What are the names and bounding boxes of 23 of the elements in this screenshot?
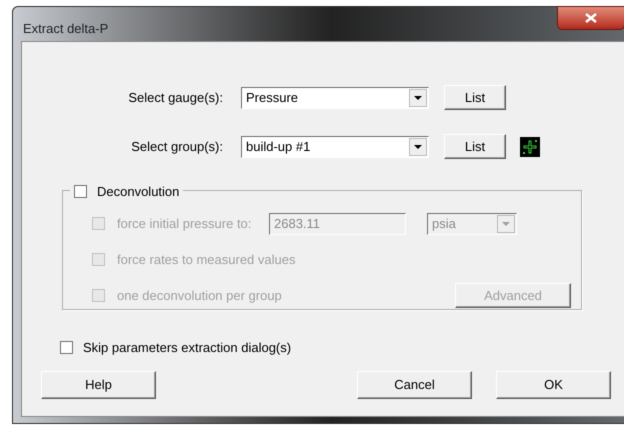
checkbox-label: force initial pressure to: xyxy=(117,214,252,233)
field-label: Select gauge(s): xyxy=(127,88,224,107)
checkbox-label: Deconvolution xyxy=(97,183,180,201)
checkbox-label: Skip parameters extraction dialog(s) xyxy=(83,339,292,357)
button[interactable]: List xyxy=(444,85,506,110)
dropdown-arrow-icon xyxy=(414,96,422,100)
button[interactable]: List xyxy=(444,134,506,159)
button[interactable]: Cancel xyxy=(357,371,472,399)
dropdown-arrow-icon xyxy=(414,144,422,148)
window-title: Extract delta-P xyxy=(23,20,108,38)
close-button[interactable] xyxy=(557,6,624,30)
dropdown[interactable]: build-up #1 xyxy=(241,136,429,158)
button[interactable]: OK xyxy=(496,371,611,399)
close-icon xyxy=(585,13,597,23)
button[interactable]: Help xyxy=(41,371,156,399)
field-label: Select group(s): xyxy=(130,138,224,156)
plus-icon[interactable] xyxy=(520,136,540,156)
checkbox[interactable] xyxy=(60,341,73,354)
checkbox[interactable] xyxy=(74,185,87,198)
checkbox-label: force rates to measured values xyxy=(117,250,296,269)
checkbox-label: one deconvolution per group xyxy=(117,286,283,305)
dropdown-arrow-icon xyxy=(502,222,510,226)
dropdown[interactable]: Pressure xyxy=(241,86,429,108)
